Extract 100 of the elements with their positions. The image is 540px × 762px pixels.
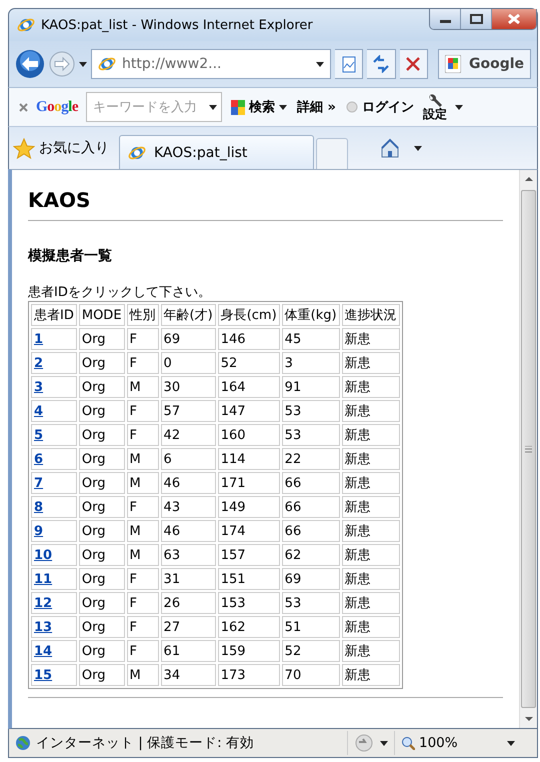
caret-icon[interactable]: [316, 62, 324, 66]
table-cell: M: [126, 448, 159, 470]
address-field[interactable]: http://www2...: [91, 49, 331, 79]
patient-id-link[interactable]: 7: [34, 476, 44, 490]
table-cell: 153: [218, 592, 280, 614]
table-cell: 46: [160, 520, 216, 542]
patient-id-link[interactable]: 15: [34, 668, 52, 682]
table-cell: M: [126, 472, 159, 494]
stop-button[interactable]: [400, 49, 428, 79]
close-button[interactable]: [492, 9, 536, 29]
keyword-field[interactable]: キーワードを入力: [86, 92, 222, 122]
patient-id-link[interactable]: 12: [34, 596, 52, 610]
up-arrow-icon[interactable]: [524, 176, 534, 182]
table-cell: Org: [78, 328, 125, 350]
table-cell: 新患: [342, 328, 400, 350]
home-icon[interactable]: [380, 138, 400, 158]
table-cell: Org: [78, 400, 125, 422]
search-provider-icon: [444, 55, 461, 73]
patient-id-link[interactable]: 14: [34, 644, 52, 658]
table-cell: M: [126, 664, 159, 686]
patient-id-link[interactable]: 3: [34, 380, 44, 394]
zoom-icon: [401, 736, 415, 750]
table-cell: 新患: [342, 352, 400, 374]
table-cell: 160: [218, 424, 280, 446]
table-cell: 62: [282, 544, 340, 566]
maximize-button[interactable]: [461, 9, 492, 29]
table-cell: Org: [78, 448, 125, 470]
table-cell: 新患: [342, 424, 400, 446]
table-cell: Org: [78, 472, 125, 494]
table-cell: 149: [218, 496, 280, 518]
google-logo: Google: [36, 98, 78, 116]
table-cell: 3: [282, 352, 340, 374]
ie-icon: [98, 55, 116, 73]
table-cell: 30: [160, 376, 216, 398]
login-button[interactable]: ログイン: [344, 96, 415, 118]
table-cell: Org: [78, 664, 125, 686]
column-header: 身長(cm): [218, 304, 280, 326]
table-cell: 69: [160, 328, 216, 350]
maximize-icon: [470, 14, 482, 24]
close-icon: [508, 14, 520, 24]
table-cell: 新患: [342, 640, 400, 662]
patient-id-link[interactable]: 13: [34, 620, 52, 634]
security-zone-text: インターネット | 保護モード: 有効: [36, 734, 254, 752]
patient-id-link[interactable]: 2: [34, 356, 44, 370]
patient-id-link[interactable]: 6: [34, 452, 44, 466]
table-cell: 66: [282, 472, 340, 494]
table-cell: 53: [282, 424, 340, 446]
table-cell: 42: [160, 424, 216, 446]
browser-tab[interactable]: KAOS:pat_list: [119, 135, 314, 169]
refresh-button[interactable]: [367, 49, 396, 79]
settings-button[interactable]: 設定: [422, 94, 447, 120]
patient-id-link[interactable]: 10: [34, 548, 52, 562]
table-cell: 164: [218, 376, 280, 398]
table-cell: 173: [218, 664, 280, 686]
patient-id-link[interactable]: 8: [34, 500, 44, 514]
column-header: MODE: [78, 304, 125, 326]
patient-id-link[interactable]: 5: [34, 428, 44, 442]
table-cell: 新患: [342, 496, 400, 518]
caret-icon[interactable]: [414, 146, 422, 150]
more-button[interactable]: 詳細 »: [296, 96, 337, 118]
caret-icon[interactable]: [507, 740, 515, 746]
caret-icon[interactable]: [380, 740, 388, 746]
compatibility-button[interactable]: [334, 49, 364, 79]
column-header: 年齢(才): [160, 304, 216, 326]
close-icon[interactable]: [19, 102, 28, 112]
table-cell: 53: [282, 592, 340, 614]
favorites-button[interactable]: お気に入り: [13, 138, 109, 158]
caret-icon[interactable]: [279, 104, 288, 110]
patient-id-link[interactable]: 9: [34, 524, 44, 538]
zoom-button[interactable]: 100%: [401, 735, 501, 751]
table-cell: Org: [78, 496, 125, 518]
wrench-icon: [426, 94, 443, 108]
caret-icon[interactable]: [209, 104, 218, 110]
table-cell: 66: [282, 520, 340, 542]
table-cell: 171: [218, 472, 280, 494]
patient-id-link[interactable]: 4: [34, 404, 44, 418]
patient-id-link[interactable]: 11: [34, 572, 52, 586]
table-cell: Org: [78, 640, 125, 662]
table-cell: F: [126, 400, 159, 422]
table-cell: 174: [218, 520, 280, 542]
page-heading: KAOS: [28, 188, 92, 212]
table-cell: 46: [160, 472, 216, 494]
scrollbar[interactable]: [519, 170, 537, 728]
minimize-button[interactable]: [430, 9, 461, 29]
caret-icon[interactable]: [454, 104, 463, 110]
patient-id-link[interactable]: 1: [34, 332, 44, 346]
search-field[interactable]: Google: [438, 49, 532, 79]
history-caret-icon[interactable]: [79, 62, 87, 66]
table-cell: 31: [160, 568, 216, 590]
window-title: KAOS:pat_list - Windows Internet Explorer: [41, 18, 314, 32]
back-button[interactable]: [15, 49, 45, 79]
search-icon: [231, 100, 246, 114]
table-cell: 新患: [342, 592, 400, 614]
table-cell: 26: [160, 592, 216, 614]
grip-icon: [525, 446, 532, 452]
table-cell: Org: [78, 544, 125, 566]
table-cell: 新患: [342, 664, 400, 686]
down-arrow-icon[interactable]: [524, 716, 534, 722]
dot-icon: [346, 101, 358, 113]
search-button[interactable]: 検索: [230, 96, 288, 118]
